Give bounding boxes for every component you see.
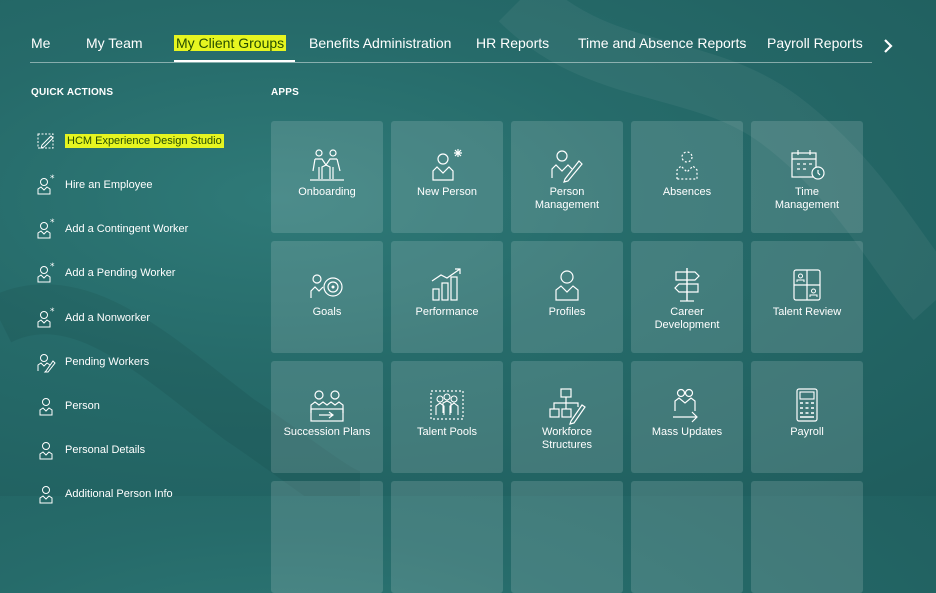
active-tab-indicator [174, 60, 295, 62]
tile-workforce-structures[interactable]: Workforce Structures [511, 361, 623, 473]
tile-partial[interactable] [271, 481, 383, 593]
tile-succession-plans[interactable]: Succession Plans [271, 361, 383, 473]
tab-time-and-absence-reports[interactable]: Time and Absence Reports [578, 35, 746, 51]
tile-talent-review[interactable]: Talent Review [751, 241, 863, 353]
tile-label: Goals [312, 306, 342, 318]
tile-label: Payroll [790, 426, 824, 438]
tile-label: Time Management [774, 186, 840, 211]
tile-label: Person Management [534, 186, 600, 211]
tile-label: Talent Pools [417, 426, 477, 438]
tile-label: Mass Updates [651, 426, 723, 438]
time-management-icon [791, 150, 825, 180]
tile-partial[interactable] [631, 481, 743, 593]
svg-text:*: * [50, 174, 55, 184]
career-development-icon [674, 268, 700, 302]
quick-action-add-a-pending-worker[interactable]: * Add a Pending Worker [36, 258, 175, 288]
absences-icon [676, 151, 698, 180]
tile-talent-pools[interactable]: Talent Pools [391, 361, 503, 473]
tile-partial[interactable] [391, 481, 503, 593]
quick-action-label: Hire an Employee [65, 179, 153, 191]
tile-label: Performance [415, 306, 479, 318]
tile-career-development[interactable]: Career Development [631, 241, 743, 353]
person-icon [36, 439, 56, 461]
tab-benefits-administration[interactable]: Benefits Administration [309, 35, 451, 51]
onboarding-icon [310, 149, 344, 181]
tile-payroll[interactable]: Payroll [751, 361, 863, 473]
quick-action-add-a-nonworker[interactable]: * Add a Nonworker [36, 303, 150, 333]
tile-absences[interactable]: Absences [631, 121, 743, 233]
tile-partial[interactable] [511, 481, 623, 593]
person-add-icon: * [36, 307, 56, 329]
chevron-right-icon[interactable] [880, 36, 896, 56]
person-add-icon: * [36, 174, 56, 196]
person-icon [36, 483, 56, 505]
tile-performance[interactable]: Performance [391, 241, 503, 353]
quick-action-additional-person-info[interactable]: Additional Person Info [36, 479, 173, 509]
tile-new-person[interactable]: New Person [391, 121, 503, 233]
tab-me[interactable]: Me [31, 35, 50, 51]
tile-label: Absences [662, 186, 712, 198]
design-studio-icon [36, 130, 56, 152]
profiles-icon [555, 270, 579, 301]
tab-my-team[interactable]: My Team [86, 35, 143, 51]
mass-updates-icon [673, 388, 698, 423]
tab-hr-reports[interactable]: HR Reports [476, 35, 549, 51]
tile-label: Profiles [548, 306, 586, 318]
quick-action-label: Personal Details [65, 444, 146, 456]
tile-label: Career Development [654, 306, 720, 331]
talent-pools-icon [430, 390, 464, 420]
tab-my-client-groups-label: My Client Groups [174, 35, 287, 51]
person-management-icon [551, 150, 583, 183]
quick-action-add-a-contingent-worker[interactable]: * Add a Contingent Worker [36, 214, 188, 244]
svg-text:*: * [50, 262, 55, 272]
quick-actions-title: QUICK ACTIONS [31, 87, 114, 98]
tile-partial[interactable] [751, 481, 863, 593]
tile-label: Onboarding [298, 186, 356, 198]
tile-mass-updates[interactable]: Mass Updates [631, 361, 743, 473]
quick-action-person[interactable]: Person [36, 391, 100, 421]
tile-time-management[interactable]: Time Management [751, 121, 863, 233]
person-edit-icon [36, 351, 56, 373]
tile-label: Workforce Structures [541, 426, 593, 451]
tile-onboarding[interactable]: Onboarding [271, 121, 383, 233]
tile-label: New Person [417, 186, 477, 198]
tab-payroll-reports[interactable]: Payroll Reports [767, 35, 863, 51]
performance-icon [431, 268, 461, 301]
quick-action-pending-workers[interactable]: Pending Workers [36, 347, 149, 377]
person-add-icon: * [36, 218, 56, 240]
tile-person-management[interactable]: Person Management [511, 121, 623, 233]
succession-plans-icon [310, 390, 344, 422]
new-person-icon [432, 149, 462, 181]
tile-goals[interactable]: Goals [271, 241, 383, 353]
quick-action-hcm-experience-design-studio[interactable]: HCM Experience Design Studio [36, 126, 224, 156]
workforce-structures-icon [549, 388, 586, 425]
tab-my-client-groups[interactable]: My Client Groups [172, 35, 288, 51]
quick-action-label: Person [65, 400, 100, 412]
quick-action-label: Add a Contingent Worker [65, 223, 189, 235]
quick-action-label: Additional Person Info [65, 488, 173, 500]
quick-action-label: Add a Pending Worker [65, 267, 176, 279]
payroll-icon [796, 388, 818, 422]
quick-action-label: Add a Nonworker [65, 312, 150, 324]
person-icon [36, 395, 56, 417]
svg-text:*: * [50, 307, 55, 317]
person-add-icon: * [36, 262, 56, 284]
tile-label: Talent Review [772, 306, 842, 318]
top-nav-tabs: Me My Team My Client Groups Benefits Adm… [30, 26, 872, 63]
quick-action-label: Pending Workers [65, 356, 150, 368]
quick-action-hire-an-employee[interactable]: * Hire an Employee [36, 170, 152, 200]
quick-action-label: HCM Experience Design Studio [65, 134, 224, 148]
talent-review-icon [793, 269, 821, 301]
quick-action-personal-details[interactable]: Personal Details [36, 435, 145, 465]
tile-profiles[interactable]: Profiles [511, 241, 623, 353]
apps-title: APPS [271, 87, 300, 98]
goals-icon [310, 274, 343, 298]
svg-text:*: * [50, 218, 55, 228]
tile-label: Succession Plans [283, 426, 371, 438]
